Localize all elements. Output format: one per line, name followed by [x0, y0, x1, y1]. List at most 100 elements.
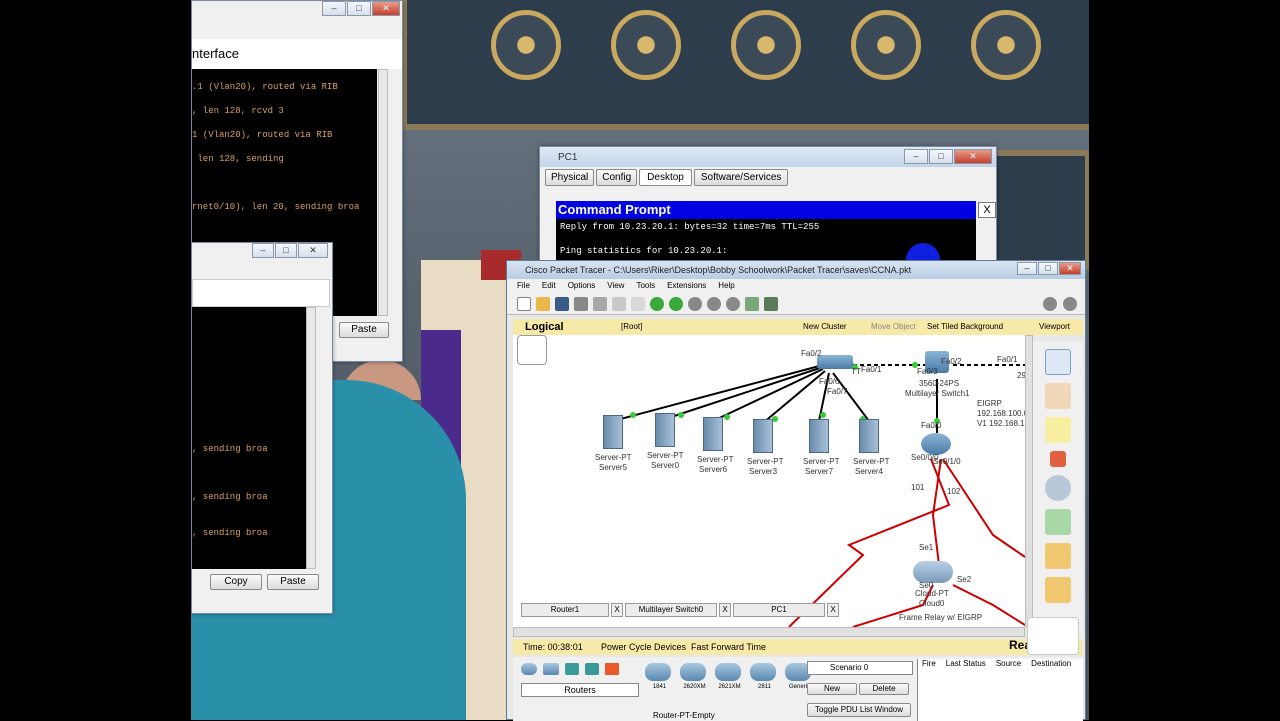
menu-extensions[interactable]: Extensions [667, 279, 706, 293]
paste-icon[interactable] [631, 296, 645, 311]
maximize-icon[interactable]: □ [275, 243, 297, 258]
pc1-window[interactable]: PC1 – □ ✕ Physical Config Desktop Softwa… [539, 146, 997, 277]
move-hand-icon[interactable] [1045, 383, 1071, 409]
mid-terminal-window[interactable]: – □ ✕ , sending broa, sending broa, send… [191, 242, 333, 614]
menu-view[interactable]: View [607, 279, 624, 293]
scenario-select[interactable]: Scenario 0 [807, 661, 913, 675]
zoom-out-icon[interactable] [726, 296, 740, 311]
minimize-icon[interactable]: – [322, 1, 346, 16]
set-tiled-background-button[interactable]: Set Tiled Background [927, 319, 1003, 335]
redo-icon[interactable] [669, 296, 683, 311]
menu-edit[interactable]: Edit [542, 279, 556, 293]
zoom-reset-icon[interactable] [707, 296, 721, 311]
server3-icon[interactable] [753, 419, 773, 453]
copy-icon[interactable] [612, 296, 626, 311]
inspect-icon[interactable] [1045, 475, 1071, 501]
close-icon[interactable]: X [611, 603, 623, 617]
close-icon[interactable]: X [827, 603, 839, 617]
logical-workspace[interactable]: Server-PT Server5 Server-PT Server0 Serv… [513, 335, 1025, 627]
help-icon[interactable] [1063, 296, 1077, 311]
tab-router1[interactable]: Router1 [521, 603, 609, 617]
navigation-icon[interactable] [517, 335, 547, 365]
minimize-icon[interactable]: – [1017, 262, 1037, 275]
delete-icon[interactable] [1050, 451, 1066, 467]
maximize-icon[interactable]: □ [1038, 262, 1058, 275]
info-icon[interactable] [1043, 296, 1057, 311]
tab-desktop[interactable]: Desktop [639, 169, 692, 186]
print-icon[interactable] [574, 296, 588, 311]
logical-label[interactable]: Logical [525, 319, 564, 335]
add-simple-pdu-icon[interactable] [1045, 543, 1071, 569]
toggle-pdu-list-button[interactable]: Toggle PDU List Window [807, 703, 911, 717]
server6-icon[interactable] [703, 417, 723, 451]
switch-icon[interactable] [817, 355, 853, 369]
paste-button[interactable]: Paste [339, 322, 389, 338]
delete-scenario-button[interactable]: Delete [859, 683, 909, 695]
packet-tracer-window[interactable]: Cisco Packet Tracer - C:\Users\Riker\Des… [506, 260, 1086, 721]
menu-file[interactable]: File [517, 279, 530, 293]
router-icon[interactable] [921, 433, 951, 455]
menu-tools[interactable]: Tools [636, 279, 655, 293]
server4-icon[interactable] [859, 419, 879, 453]
scrollbar[interactable] [378, 69, 388, 316]
resize-icon[interactable] [1045, 509, 1071, 535]
device-2620xm[interactable]: 2620XM [680, 663, 709, 690]
undo-icon[interactable] [650, 296, 664, 311]
save-icon[interactable] [555, 296, 569, 311]
zoom-in-icon[interactable] [688, 296, 702, 311]
pc1-titlebar[interactable]: PC1 – □ ✕ [540, 147, 996, 167]
root-label[interactable]: [Root] [621, 319, 642, 335]
device-1841[interactable]: 1841 [645, 663, 674, 690]
close-icon[interactable]: ✕ [372, 1, 400, 16]
fast-forward-button[interactable]: Fast Forward Time [691, 639, 766, 655]
cloud-icon[interactable] [913, 561, 953, 583]
tab-config[interactable]: Config [596, 169, 638, 186]
move-object-button[interactable]: Move Object [871, 319, 916, 335]
new-file-icon[interactable] [517, 296, 531, 311]
realtime-clock-icon[interactable] [1027, 617, 1079, 655]
maximize-icon[interactable]: □ [929, 149, 953, 164]
new-scenario-button[interactable]: New [807, 683, 857, 695]
open-folder-icon[interactable] [536, 296, 550, 311]
scrollbar[interactable] [306, 307, 316, 569]
minimize-icon[interactable]: – [904, 149, 928, 164]
wireless-category-icon[interactable] [585, 663, 600, 675]
cmd-close-button[interactable]: X [978, 202, 996, 218]
tab-physical[interactable]: Physical [545, 169, 595, 186]
close-icon[interactable]: ✕ [954, 149, 992, 164]
device-2811[interactable]: 2811 [750, 663, 779, 690]
power-cycle-button[interactable]: Power Cycle Devices [601, 639, 686, 655]
server7-icon[interactable] [809, 419, 829, 453]
palette-icon[interactable] [745, 296, 759, 311]
connections-category-icon[interactable] [605, 663, 620, 675]
menu-help[interactable]: Help [718, 279, 734, 293]
close-icon[interactable]: ✕ [1059, 262, 1081, 275]
paste-button[interactable]: Paste [267, 574, 319, 590]
server5-icon[interactable] [603, 415, 623, 449]
maximize-icon[interactable]: □ [347, 1, 371, 16]
pt-titlebar[interactable]: Cisco Packet Tracer - C:\Users\Riker\Des… [507, 261, 1085, 279]
server0-icon[interactable] [655, 413, 675, 447]
add-complex-pdu-icon[interactable] [1045, 577, 1071, 603]
note-icon[interactable] [1045, 417, 1071, 443]
device-2621xm[interactable]: 2621XM [715, 663, 744, 690]
hub-category-icon[interactable] [565, 663, 580, 675]
menu-options[interactable]: Options [568, 279, 596, 293]
tab-software-services[interactable]: Software/Services [693, 169, 789, 186]
horizontal-scrollbar[interactable] [513, 627, 1025, 637]
viewport-button[interactable]: Viewport [1039, 319, 1070, 335]
select-icon[interactable] [1045, 349, 1071, 375]
copy-button[interactable]: Copy [210, 574, 262, 590]
vertical-scrollbar[interactable] [1025, 335, 1033, 627]
minimize-icon[interactable]: – [252, 243, 274, 258]
new-cluster-button[interactable]: New Cluster [803, 319, 847, 335]
tab-pc1[interactable]: PC1 [733, 603, 825, 617]
tab-multilayer-switch0[interactable]: Multilayer Switch0 [625, 603, 717, 617]
close-icon[interactable]: X [719, 603, 731, 617]
custom-device-icon[interactable] [764, 296, 778, 311]
close-icon[interactable]: ✕ [298, 243, 328, 258]
terminal-output[interactable]: , sending broa , sending broa , sending br… [192, 307, 306, 569]
switch-category-icon[interactable] [543, 663, 560, 675]
activity-wizard-icon[interactable] [593, 296, 607, 311]
router-category-icon[interactable] [521, 663, 537, 675]
